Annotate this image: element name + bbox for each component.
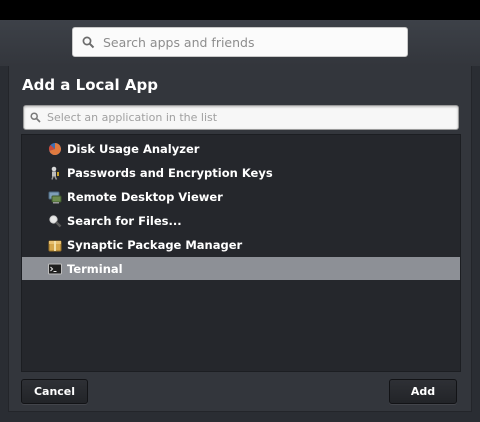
app-label: Synaptic Package Manager [67,237,243,252]
top-panel [0,0,480,20]
app-label: Passwords and Encryption Keys [67,165,273,180]
search-icon [82,36,95,49]
remote-desktop-icon [48,190,62,204]
app-label: Remote Desktop Viewer [67,189,223,204]
cancel-button[interactable]: Cancel [21,379,88,404]
app-label: Terminal [67,261,123,276]
apps-friends-search-input[interactable]: Search apps and friends [72,27,408,57]
add-local-app-dialog: Add a Local App Select an application in… [8,66,472,412]
filter-placeholder: Select an application in the list [47,111,218,124]
list-item-synaptic-package-manager[interactable]: Synaptic Package Manager [22,233,460,256]
magnifier-icon [48,214,62,228]
application-filter-input[interactable]: Select an application in the list [23,105,459,130]
list-item-search-for-files[interactable]: Search for Files... [22,209,460,232]
key-person-icon [48,166,62,180]
package-icon [48,238,62,252]
application-list: Disk Usage Analyzer Passwords and Encryp… [21,134,461,372]
add-button[interactable]: Add [389,379,457,404]
list-item-remote-desktop-viewer[interactable]: Remote Desktop Viewer [22,185,460,208]
list-item-terminal[interactable]: Terminal [22,257,460,280]
app-label: Search for Files... [67,213,182,228]
search-icon [30,112,41,123]
pie-chart-icon [48,142,62,156]
list-item-passwords-encryption-keys[interactable]: Passwords and Encryption Keys [22,161,460,184]
dialog-title: Add a Local App [22,76,158,94]
list-item-disk-usage-analyzer[interactable]: Disk Usage Analyzer [22,137,460,160]
app-label: Disk Usage Analyzer [67,141,200,156]
search-placeholder: Search apps and friends [103,34,255,50]
terminal-icon [48,262,62,276]
